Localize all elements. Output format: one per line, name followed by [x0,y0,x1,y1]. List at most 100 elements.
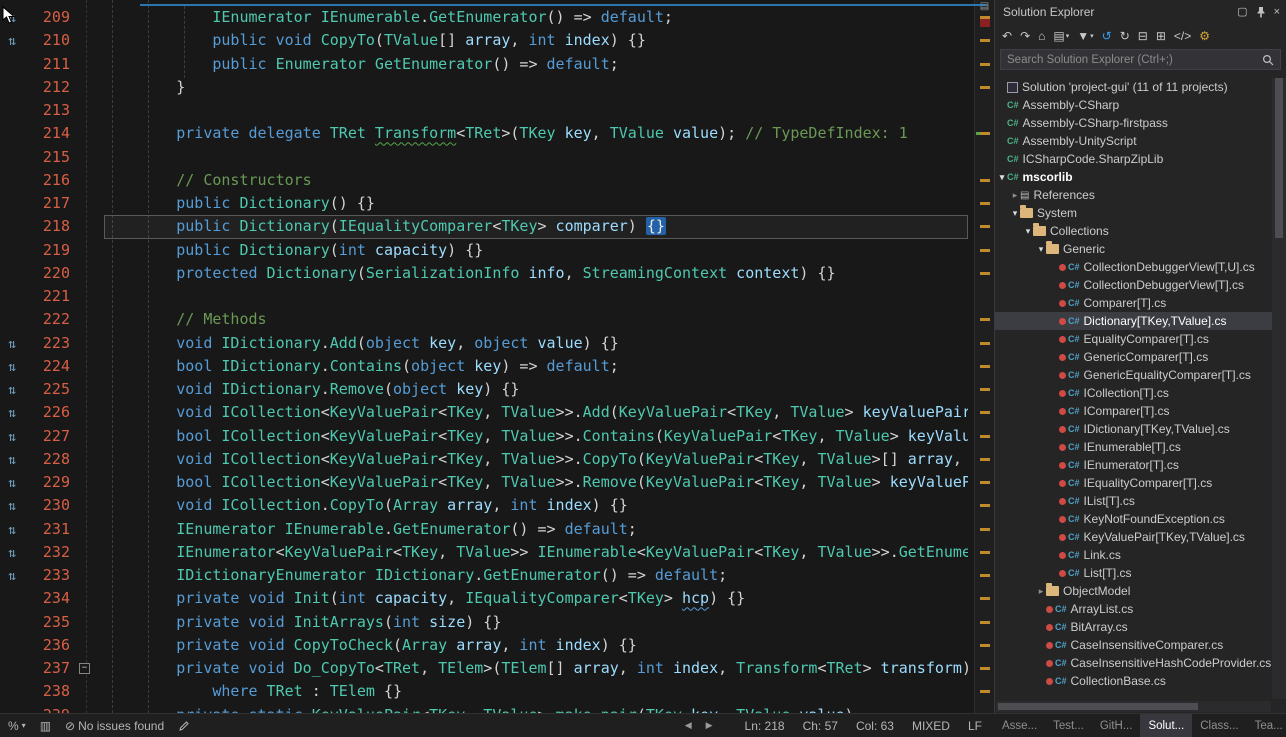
editor-line[interactable]: ⇅225void IDictionary.Remove(object key) … [0,378,994,401]
tree-item[interactable]: C#IList[T].cs [995,492,1272,510]
tool-window-tab[interactable]: GitH... [1092,714,1141,737]
line-number[interactable]: 218 [24,215,76,238]
tree-item[interactable]: ▾System [995,204,1272,222]
glyph-margin[interactable] [0,587,24,610]
line-number[interactable]: 224 [24,355,76,378]
glyph-margin[interactable] [0,239,24,262]
line-number[interactable]: 210 [24,29,76,52]
tree-item[interactable]: C#Assembly-CSharp [995,96,1272,114]
tree-item[interactable]: C#CollectionBase.cs [995,672,1272,690]
tree-item[interactable]: ▸▤References [995,186,1272,204]
tree-item[interactable]: C#ICollection[T].cs [995,384,1272,402]
expander-expanded-icon[interactable]: ▾ [1023,226,1033,237]
tree-item[interactable]: C#ArrayList.cs [995,600,1272,618]
editor-line[interactable]: 235private void InitArrays(int size) {} [0,611,994,634]
home-icon[interactable]: ⌂ [1038,29,1045,43]
line-number[interactable]: 227 [24,425,76,448]
switch-views-icon[interactable]: ▤▾ [1053,29,1069,43]
search-icon[interactable] [1262,54,1274,66]
close-icon[interactable]: × [1274,6,1280,18]
glyph-margin[interactable]: ⇅ [0,355,24,378]
editor-line[interactable]: ⇅231IEnumerator IEnumerable.GetEnumerato… [0,518,994,541]
glyph-margin[interactable] [0,169,24,192]
forward-icon[interactable]: ↷ [1020,29,1030,43]
glyph-margin[interactable]: ⇅ [0,29,24,52]
glyph-margin[interactable] [0,99,24,122]
code-editor[interactable]: ⇅209IEnumerator IEnumerable.GetEnumerato… [0,0,994,713]
tool-window-tab[interactable]: Test... [1045,714,1092,737]
tool-window-tab[interactable]: Tea... [1247,714,1286,737]
collapse-all-icon[interactable]: ⊟ [1138,29,1148,43]
tree-item[interactable]: C#IEnumerable[T].cs [995,438,1272,456]
editor-line[interactable]: 220protected Dictionary(SerializationInf… [0,262,994,285]
nav-next-icon[interactable]: ▶ [706,720,713,731]
line-number[interactable]: 222 [24,308,76,331]
line-number[interactable]: 225 [24,378,76,401]
window-position-icon[interactable]: ▢ [1237,5,1247,18]
tree-item[interactable]: C#Link.cs [995,546,1272,564]
glyph-margin[interactable]: ⇅ [0,378,24,401]
cursor-line-indicator[interactable]: Ln: 218 [745,719,785,733]
properties-icon[interactable]: ⚙ [1199,29,1210,43]
solution-explorer-titlebar[interactable]: Solution Explorer ▢ × [995,0,1286,23]
editor-line[interactable]: 214private delegate TRet Transform<TRet>… [0,122,994,145]
line-number[interactable]: 217 [24,192,76,215]
tree-item[interactable]: ▸ObjectModel [995,582,1272,600]
line-number[interactable]: 226 [24,401,76,424]
editor-line[interactable]: 238where TRet : TElem {} [0,680,994,703]
editor-line[interactable]: 234private void Init(int capacity, IEqua… [0,587,994,610]
issues-indicator[interactable]: ⊘ No issues found [65,719,164,733]
glyph-margin[interactable]: ⇅ [0,494,24,517]
tree-item[interactable]: C#IComparer[T].cs [995,402,1272,420]
editor-line[interactable]: 236private void CopyToCheck(Array array,… [0,634,994,657]
editor-line[interactable]: 213 [0,99,994,122]
pen-icon[interactable] [178,720,190,732]
expander-expanded-icon[interactable]: ▾ [1036,244,1046,255]
editor-line[interactable]: 211public Enumerator GetEnumerator() => … [0,53,994,76]
editor-line[interactable]: 219public Dictionary(int capacity) {} [0,239,994,262]
tree-item[interactable]: C#CollectionDebuggerView[T,U].cs [995,258,1272,276]
code-view-icon[interactable]: </> [1174,29,1191,43]
expander-collapsed-icon[interactable]: ▸ [1036,586,1046,597]
editor-line[interactable]: 218public Dictionary(IEqualityComparer<T… [0,215,994,238]
line-number[interactable]: 230 [24,494,76,517]
glyph-margin[interactable]: ⇅ [0,401,24,424]
cursor-char-indicator[interactable]: Ch: 57 [803,719,838,733]
tree-item[interactable]: ▾Generic [995,240,1272,258]
glyph-margin[interactable] [0,680,24,703]
sync-with-active-document-icon[interactable]: ↺ [1102,29,1112,43]
line-number[interactable]: 216 [24,169,76,192]
fold-collapse-button[interactable]: − [79,663,90,674]
glyph-margin[interactable] [0,285,24,308]
pending-changes-filter-icon[interactable]: ▼▾ [1077,29,1093,43]
line-number[interactable]: 235 [24,611,76,634]
tree-item[interactable]: C#BitArray.cs [995,618,1272,636]
editor-line[interactable]: 216// Constructors [0,169,994,192]
glyph-margin[interactable] [0,262,24,285]
editor-line[interactable]: ⇅209IEnumerator IEnumerable.GetEnumerato… [0,6,994,29]
zoom-control[interactable]: % ▾ [8,719,26,733]
refresh-icon[interactable]: ↻ [1120,29,1130,43]
overview-ruler[interactable]: ▤ [974,0,994,713]
line-number[interactable]: 223 [24,332,76,355]
editor-line[interactable]: 212} [0,76,994,99]
glyph-margin[interactable]: ⇅ [0,541,24,564]
tool-window-tab[interactable]: Asse... [994,714,1045,737]
line-number[interactable]: 237 [24,657,76,680]
tree-item[interactable]: Solution 'project-gui' (11 of 11 project… [995,78,1272,96]
editor-line[interactable]: ⇅226void ICollection<KeyValuePair<TKey, … [0,401,994,424]
editor-line[interactable]: ⇅210public void CopyTo(TValue[] array, i… [0,29,994,52]
glyph-margin[interactable] [0,215,24,238]
editor-line[interactable]: ⇅224bool IDictionary.Contains(object key… [0,355,994,378]
editor-line[interactable]: 215 [0,146,994,169]
tool-window-tab[interactable]: Solut... [1140,714,1192,737]
tree-item[interactable]: ▾Collections [995,222,1272,240]
line-number[interactable]: 229 [24,471,76,494]
glyph-margin[interactable] [0,53,24,76]
tree-item[interactable]: C#KeyNotFoundException.cs [995,510,1272,528]
tree-item[interactable]: C#KeyValuePair[TKey,TValue].cs [995,528,1272,546]
tree-item[interactable]: C#Assembly-UnityScript [995,132,1272,150]
line-number[interactable]: 219 [24,239,76,262]
line-number[interactable]: 215 [24,146,76,169]
glyph-margin[interactable] [0,192,24,215]
